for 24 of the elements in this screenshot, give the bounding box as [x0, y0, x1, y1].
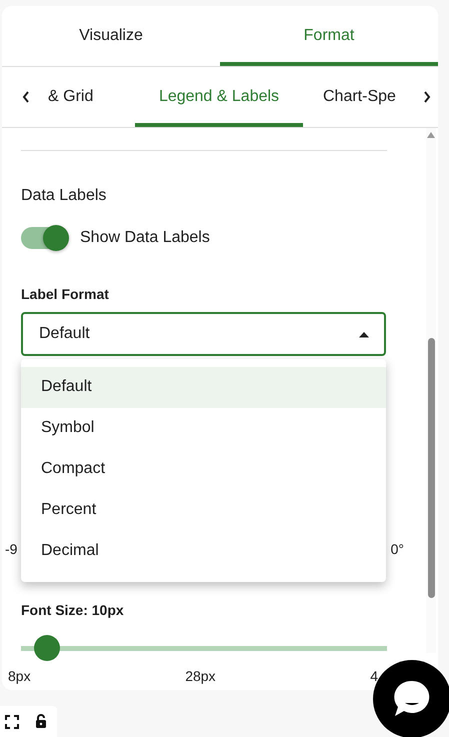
unlocked-padlock-icon[interactable]	[35, 714, 47, 729]
scale-label: -9	[5, 541, 18, 557]
tick-label: 8px	[8, 668, 31, 684]
tick-label: 28px	[185, 668, 216, 684]
chevron-right-icon[interactable]	[423, 91, 431, 103]
scale-label: 0°	[390, 541, 404, 557]
field-label: Label Format	[21, 286, 110, 302]
menu-option[interactable]: Symbol	[21, 408, 386, 449]
chevron-left-icon[interactable]	[22, 91, 30, 103]
menu-option[interactable]: Decimal	[21, 530, 386, 571]
menu-option[interactable]: Compact	[21, 448, 386, 490]
toggle-switch[interactable]	[21, 227, 67, 249]
menu-option[interactable]: Percent	[21, 489, 386, 530]
fullscreen-icon[interactable]	[5, 714, 19, 728]
slider-thumb[interactable]	[34, 635, 60, 661]
section-title: Data Labels	[21, 187, 108, 205]
caret-icon	[358, 330, 370, 338]
menu-option[interactable]: Default	[21, 367, 386, 408]
tick-label: 4	[370, 668, 378, 684]
slider-label: Font Size: 10px	[21, 602, 125, 618]
scrollbar[interactable]	[426, 128, 436, 653]
select-field[interactable]: Default	[21, 312, 386, 356]
scroll-up-icon[interactable]	[427, 132, 435, 138]
toggle-label: Show Data Labels	[80, 229, 210, 247]
